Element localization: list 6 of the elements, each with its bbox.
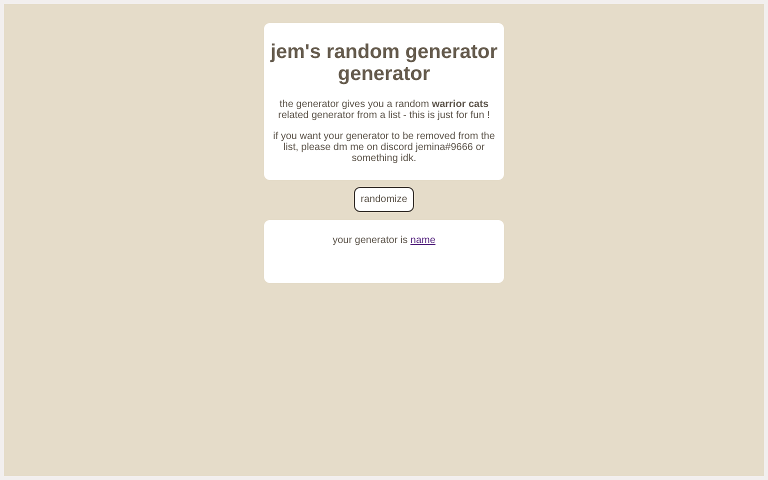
page-title: jem's random generator generator (270, 41, 498, 85)
result-text: your generator is name (332, 235, 436, 246)
description-text: if you want your generator to be removed from the list, please dm me on discord jemina#9666 or something idk. (272, 131, 496, 164)
description-text: the generator gives you a random warrior cats related generator from a list - this is just for fun ! (277, 99, 491, 121)
generator-link[interactable]: name (410, 235, 436, 246)
randomize-button[interactable]: randomize (354, 187, 414, 212)
